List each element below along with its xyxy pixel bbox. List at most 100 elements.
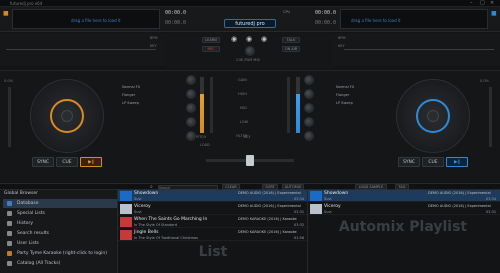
track-list: Showdown Suvi DEMO AUDIO (2016) | Experime…: [118, 190, 308, 273]
track-album: DEMO AUDIO (2016) | Experimental: [238, 191, 301, 195]
track-album: DEMO AUDIO (2016) | Experimental: [428, 191, 491, 195]
left-gain-knob[interactable]: [186, 75, 196, 85]
crossfader-handle[interactable]: [246, 155, 254, 166]
right-mid-knob[interactable]: [304, 103, 314, 113]
sidebar-item-label: History: [17, 221, 34, 226]
right-high-knob[interactable]: [304, 89, 314, 99]
karaoke-icon: [7, 251, 12, 256]
rec-button[interactable]: REC: [202, 46, 220, 52]
deck-right-fx-3[interactable]: LP Sweep: [336, 101, 378, 109]
learn-button[interactable]: LEARN: [202, 37, 220, 43]
maximize-icon[interactable]: □: [480, 0, 485, 6]
sidebar-item[interactable]: Search results: [3, 229, 117, 238]
right-low-knob[interactable]: [304, 117, 314, 127]
track-artist: Suvi: [324, 197, 332, 201]
label-gain: GAIN: [238, 78, 247, 82]
left-low-knob[interactable]: [186, 117, 196, 127]
deck-right-cue-button[interactable]: CUE: [422, 157, 444, 167]
right-filter-knob[interactable]: [304, 131, 314, 141]
waveform-right[interactable]: drag a file here to load it: [340, 9, 488, 29]
track-duration: 03:34: [486, 197, 497, 201]
deck-left-marker-icon: ■: [3, 10, 9, 17]
deck-right-key-label: KEY: [338, 44, 345, 48]
minimize-icon[interactable]: –: [470, 0, 473, 6]
deck-right-time: 00:00.0: [315, 10, 337, 16]
sidebar-item[interactable]: Database: [3, 199, 117, 208]
deck-left-sync-button[interactable]: SYNC: [32, 157, 54, 167]
track-title: Showdown: [134, 191, 159, 196]
deck-right-sync-button[interactable]: SYNC: [398, 157, 420, 167]
close-icon[interactable]: ×: [490, 0, 494, 6]
sidebar-item-label: Special Lists: [17, 211, 45, 216]
track-thumbnail: [310, 204, 322, 214]
track-duration: 02:31: [486, 210, 497, 214]
sidebar-item[interactable]: Party Tyme Karaoke (right-click to login…: [3, 249, 117, 258]
mixer-load-label: LOAD: [200, 143, 210, 147]
deck-right-pitch-line[interactable]: [344, 49, 494, 50]
deck-right-play-button[interactable]: ▶‖: [446, 157, 468, 167]
headphone-left-icon[interactable]: ◉: [231, 35, 237, 43]
track-row[interactable]: Showdown Suvi DEMO AUDIO (2016) | Experime…: [308, 190, 500, 202]
right-volume-fader[interactable]: [287, 77, 290, 133]
track-album: DEMO KARAOKE (2016) | Karaoke: [238, 217, 297, 221]
deck-right-pitch-value: 0.0%: [480, 79, 489, 83]
on-air-button[interactable]: ON AIR: [282, 46, 300, 52]
headphone-center-icon[interactable]: ◉: [246, 35, 252, 43]
waveform-right-hint: drag a file here to load it: [351, 18, 401, 23]
track-row[interactable]: Showdown Suvi DEMO AUDIO (2016) | Experime…: [118, 190, 307, 202]
track-duration: 03:32: [294, 223, 305, 227]
left-volume-fader[interactable]: [210, 77, 213, 133]
browser-sidebar: Global Browser Database Special Lists Hist…: [0, 190, 118, 273]
deck-right-platter-center: [427, 110, 439, 122]
deck-right-fx-panel: Normal FX Flanger LP Sweep: [336, 85, 378, 109]
deck-left-fx-3[interactable]: LP Sweep: [122, 101, 164, 109]
list-watermark: List: [198, 244, 228, 260]
deck-left-pitch-line[interactable]: [6, 49, 156, 50]
deck-right-fx-1[interactable]: Normal FX: [336, 85, 378, 93]
headphone-right-icon[interactable]: ◉: [261, 35, 267, 43]
track-thumbnail: [120, 230, 132, 240]
left-mid-knob[interactable]: [186, 103, 196, 113]
track-duration: 01:56: [294, 236, 305, 240]
deck-left-fx-2[interactable]: Flanger: [122, 93, 164, 101]
talk-button[interactable]: TALK: [282, 37, 300, 43]
mixer: GAIN HIGH MID LOW FILTER PITCH KEY LOAD: [166, 70, 334, 182]
deck-left-bpm-label: BPM: [150, 36, 158, 40]
track-artist: In The Style Of Traditional Christmas: [134, 236, 198, 240]
sidebar-item-label: Catalog (All Tracks): [17, 261, 61, 266]
track-row[interactable]: When The Saints Go Marching In In The Sty…: [118, 216, 307, 228]
deck-left-fx-1[interactable]: Normal FX: [122, 85, 164, 93]
track-artist: In The Style Of Standard: [134, 223, 177, 227]
database-icon: [7, 201, 12, 206]
track-row[interactable]: Viceroy Suvi DEMO AUDIO (2016) | Experimen…: [308, 203, 500, 215]
right-gain-knob[interactable]: [304, 75, 314, 85]
deck-left-play-button[interactable]: ▶‖: [80, 157, 102, 167]
deck-right-platter[interactable]: [396, 79, 470, 153]
waveform-left-hint: drag a file here to load it: [71, 18, 121, 23]
sidebar-item[interactable]: Special Lists: [3, 209, 117, 218]
deck-left-platter[interactable]: [30, 79, 104, 153]
sidebar-item[interactable]: Catalog (All Tracks): [3, 259, 117, 268]
deck-left-remaining: 00:00.0: [165, 20, 187, 26]
track-row[interactable]: Jingle Bells In The Style Of Traditional …: [118, 229, 307, 241]
right-vu-meter: [296, 77, 300, 133]
waveform-left[interactable]: drag a file here to load it: [12, 9, 160, 29]
deck-right-fx-2[interactable]: Flanger: [336, 93, 378, 101]
left-high-knob[interactable]: [186, 89, 196, 99]
automix-list: Showdown Suvi DEMO AUDIO (2016) | Experime…: [308, 190, 500, 273]
deck-right-pitch-slider[interactable]: [489, 87, 492, 147]
track-row[interactable]: Viceroy Suvi DEMO AUDIO (2016) | Experimen…: [118, 203, 307, 215]
track-title: Jingle Bells: [134, 230, 159, 235]
left-filter-knob[interactable]: [186, 131, 196, 141]
track-artist: Suvi: [134, 210, 142, 214]
catalog-icon: [7, 261, 12, 266]
sidebar-item[interactable]: User Lists: [3, 239, 117, 248]
track-duration: 03:34: [294, 197, 305, 201]
track-title: When The Saints Go Marching In: [134, 217, 208, 222]
deck-left-cue-button[interactable]: CUE: [56, 157, 78, 167]
sidebar-item[interactable]: History: [3, 219, 117, 228]
deck-left-pitch-slider[interactable]: [8, 87, 11, 147]
list-icon: [7, 241, 12, 246]
deck-left: 0.0% Normal FX Flanger LP Sweep SYNC CUE…: [0, 70, 166, 182]
cue-mix-knob[interactable]: [245, 46, 255, 56]
